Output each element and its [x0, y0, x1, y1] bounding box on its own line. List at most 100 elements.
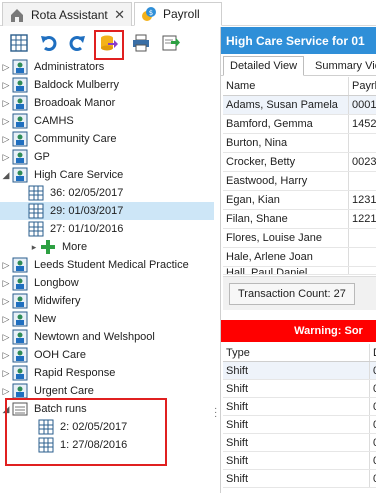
table-row[interactable]: Shift0	[223, 362, 376, 380]
expand-arrow-icon[interactable]: ▷	[0, 368, 12, 379]
expand-arrow-icon[interactable]: ▷	[0, 80, 12, 91]
table-row[interactable]: Egan, Kian 1231	[223, 191, 376, 210]
tree-item-community-care[interactable]: ▷ Community Care	[0, 130, 214, 148]
redo-icon	[69, 36, 85, 51]
expand-arrow-icon[interactable]: ▷	[0, 314, 12, 325]
cell-type: Shift	[223, 452, 370, 469]
team-icon	[12, 347, 28, 363]
tab-detailed-view[interactable]: Detailed View	[223, 56, 305, 76]
table-row[interactable]: Shift0	[223, 416, 376, 434]
column-header-payroll[interactable]: Payrl	[349, 77, 376, 95]
tab-payroll[interactable]: $ Payroll	[134, 2, 222, 26]
expand-arrow-icon[interactable]: ▸	[28, 242, 40, 253]
payroll-icon: $	[142, 7, 156, 21]
tree-item-administrators[interactable]: ▷ Administrators	[0, 58, 214, 76]
cell-date: 0	[370, 416, 376, 433]
tree-item-gp[interactable]: ▷ GP	[0, 148, 214, 166]
tree-item-label: Administrators	[34, 61, 105, 73]
cell-date: 0	[370, 362, 376, 379]
grid-button[interactable]	[8, 32, 30, 54]
cell-payroll	[349, 229, 376, 247]
table-row[interactable]: Shift0	[223, 380, 376, 398]
cell-type: Shift	[223, 416, 370, 433]
redo-button[interactable]	[66, 32, 88, 54]
expand-arrow-icon[interactable]: ▷	[0, 134, 12, 145]
tree-item-broadoak-manor[interactable]: ▷ Broadoak Manor	[0, 94, 214, 112]
cell-name: Crocker, Betty	[223, 153, 349, 171]
cell-date: 0	[370, 470, 376, 487]
tree-item-label: OOH Care	[34, 349, 86, 361]
tab-label: Payroll	[163, 7, 200, 21]
table-row[interactable]: Filan, Shane 1221	[223, 210, 376, 229]
tab-summary-view[interactable]: Summary Vie	[309, 56, 376, 76]
splitter-handle[interactable]: · · ·	[214, 404, 218, 422]
expand-arrow-icon[interactable]: ▷	[0, 260, 12, 271]
tree-item-new[interactable]: ▷ New	[0, 310, 214, 328]
tree-period-29[interactable]: 29: 01/03/2017	[0, 202, 214, 220]
tree-item-rapid-response[interactable]: ▷ Rapid Response	[0, 364, 214, 382]
cell-type: Shift	[223, 362, 370, 379]
table-row[interactable]: Eastwood, Harry	[223, 172, 376, 191]
import-button[interactable]	[160, 32, 182, 54]
tree-more[interactable]: ▸ More	[0, 238, 214, 256]
close-icon[interactable]: ✕	[114, 7, 125, 23]
team-icon	[12, 167, 28, 183]
expand-arrow-icon[interactable]: ▷	[0, 332, 12, 343]
tree-item-label: Newtown and Welshpool	[34, 331, 155, 343]
column-header-name[interactable]: Name	[223, 77, 349, 95]
tree-item-baldock-mulberry[interactable]: ▷ Baldock Mulberry	[0, 76, 214, 94]
collapse-arrow-icon[interactable]: ◢	[0, 170, 12, 181]
team-icon	[12, 275, 28, 291]
cell-name: Adams, Susan Pamela	[223, 96, 349, 114]
tree-item-camhs[interactable]: ▷ CAMHS	[0, 112, 214, 130]
expand-arrow-icon[interactable]: ▷	[0, 278, 12, 289]
expand-arrow-icon[interactable]: ▷	[0, 116, 12, 127]
tree-item-longbow[interactable]: ▷ Longbow	[0, 274, 214, 292]
calendar-grid-icon	[28, 221, 44, 237]
table-row[interactable]: Bamford, Gemma 1452	[223, 115, 376, 134]
table-row[interactable]: Burton, Nina	[223, 134, 376, 153]
import-icon	[162, 35, 180, 51]
expand-arrow-icon[interactable]: ▷	[0, 350, 12, 361]
table-row[interactable]: Crocker, Betty 0023	[223, 153, 376, 172]
grid-header: Type D	[223, 344, 376, 362]
expand-arrow-icon[interactable]: ▷	[0, 152, 12, 163]
tree-item-label: 36: 02/05/2017	[50, 187, 124, 199]
tree-item-newtown[interactable]: ▷ Newtown and Welshpool	[0, 328, 214, 346]
undo-button[interactable]	[38, 32, 60, 54]
cell-date: 0	[370, 398, 376, 415]
highlight-batch-runs	[5, 398, 167, 466]
cell-name: Bamford, Gemma	[223, 115, 349, 133]
table-row[interactable]: Shift0	[223, 452, 376, 470]
cell-date: 0	[370, 452, 376, 469]
tree-item-label: Community Care	[34, 133, 117, 145]
tree-item-leeds[interactable]: ▷ Leeds Student Medical Practice	[0, 256, 214, 274]
tab-rota-assistant[interactable]: Rota Assistant ✕	[2, 2, 132, 26]
table-row[interactable]: Hale, Arlene Joan	[223, 248, 376, 267]
tree-item-label: Rapid Response	[34, 367, 116, 379]
cell-type: Shift	[223, 380, 370, 397]
expand-arrow-icon[interactable]: ▷	[0, 386, 12, 397]
tree-item-midwifery[interactable]: ▷ Midwifery	[0, 292, 214, 310]
table-row[interactable]: Adams, Susan Pamela 0001	[223, 96, 376, 115]
cell-payroll: 1452	[352, 118, 376, 130]
column-header-type[interactable]: Type	[223, 344, 370, 361]
column-header-date[interactable]: D	[370, 344, 376, 361]
tree-item-label: New	[34, 313, 57, 325]
table-row[interactable]: Hall, Paul Daniel	[223, 267, 376, 275]
transaction-count-button[interactable]: Transaction Count: 27	[229, 283, 355, 305]
table-row[interactable]: Flores, Louise Jane	[223, 229, 376, 248]
team-icon	[12, 293, 28, 309]
print-button[interactable]	[130, 32, 152, 54]
table-row[interactable]: Shift0	[223, 434, 376, 452]
expand-arrow-icon[interactable]: ▷	[0, 98, 12, 109]
plus-icon	[41, 240, 55, 254]
tree-period-36[interactable]: 36: 02/05/2017	[0, 184, 214, 202]
tree-item-high-care-service[interactable]: ◢ High Care Service	[0, 166, 214, 184]
expand-arrow-icon[interactable]: ▷	[0, 62, 12, 73]
tree-item-ooh-care[interactable]: ▷ OOH Care	[0, 346, 214, 364]
table-row[interactable]: Shift0	[223, 470, 376, 488]
tree-period-27[interactable]: 27: 01/10/2016	[0, 220, 214, 238]
table-row[interactable]: Shift0	[223, 398, 376, 416]
expand-arrow-icon[interactable]: ▷	[0, 296, 12, 307]
